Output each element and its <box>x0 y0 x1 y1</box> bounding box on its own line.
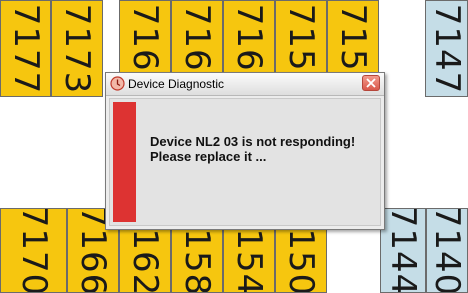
dialog-message: Device NL2 03 is not responding! Please … <box>150 134 355 164</box>
tile-7144[interactable]: 7144 <box>380 208 426 293</box>
dialog-title: Device Diagnostic <box>128 77 225 91</box>
close-icon <box>366 78 376 88</box>
dialog-body: Device NL2 03 is not responding! Please … <box>109 98 381 226</box>
tile-label: 7170 <box>13 208 54 293</box>
tile-7147[interactable]: 7147 <box>425 0 468 97</box>
tile-7177[interactable]: 7177 <box>0 0 51 97</box>
tile-7173[interactable]: 7173 <box>51 0 103 97</box>
tile-7140[interactable]: 7140 <box>426 208 468 293</box>
message-line-2: Please replace it ... <box>150 149 267 164</box>
tile-label: 7177 <box>5 3 46 94</box>
dialog-titlebar[interactable]: Device Diagnostic <box>106 73 384 96</box>
warning-icon <box>110 76 125 91</box>
tile-label: 7173 <box>57 3 97 94</box>
tile-label: 7140 <box>427 208 467 293</box>
close-button[interactable] <box>362 75 380 91</box>
tile-7170[interactable]: 7170 <box>0 208 67 293</box>
device-diagnostic-dialog: Device Diagnostic Device NL2 03 is not r… <box>105 72 385 230</box>
message-line-1: Device NL2 03 is not responding! <box>150 134 356 149</box>
tile-label: 7144 <box>383 208 423 293</box>
alert-bar <box>113 102 136 222</box>
tile-label: 7147 <box>426 3 467 94</box>
